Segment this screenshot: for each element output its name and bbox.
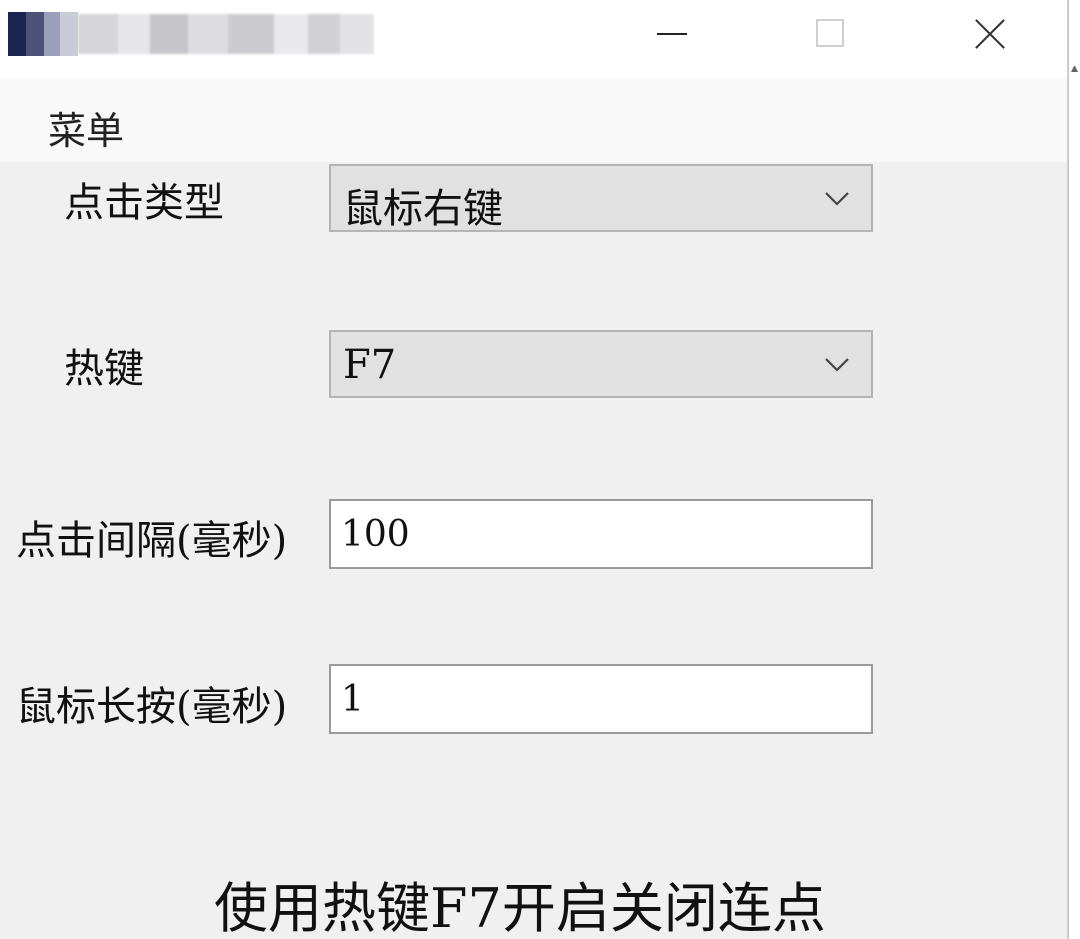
click-type-value: 鼠标右键 — [343, 186, 503, 232]
mouse-hold-input[interactable] — [329, 664, 873, 734]
click-type-label: 点击类型 — [64, 180, 224, 226]
app-icon — [8, 12, 78, 56]
title-bar — [0, 0, 1067, 78]
minimize-button[interactable] — [632, 0, 712, 70]
menu-bar: 菜单 — [0, 78, 1067, 162]
status-text: 使用热键F7开启关闭连点 — [214, 877, 826, 939]
minimize-icon — [657, 33, 687, 35]
chevron-down-icon — [825, 192, 849, 206]
close-button[interactable] — [950, 0, 1030, 70]
hotkey-value: F7 — [343, 342, 397, 388]
click-interval-label: 点击间隔(毫秒) — [16, 518, 288, 564]
background-window-edge — [1068, 0, 1080, 939]
app-window: 菜单 点击类型 鼠标右键 热键 F7 点击间隔(毫秒) 鼠标长按(毫秒) 使用热… — [0, 0, 1068, 939]
close-icon — [974, 18, 1006, 50]
scroll-up-icon — [1071, 60, 1078, 72]
maximize-icon — [816, 19, 844, 47]
maximize-button[interactable] — [790, 0, 870, 70]
menu-item-main[interactable]: 菜单 — [48, 100, 124, 155]
chevron-down-icon — [825, 358, 849, 372]
window-title-blurred — [78, 14, 374, 54]
mouse-hold-label: 鼠标长按(毫秒) — [16, 684, 288, 730]
hotkey-label: 热键 — [64, 346, 144, 392]
click-type-select[interactable]: 鼠标右键 — [329, 164, 873, 232]
hotkey-select[interactable]: F7 — [329, 330, 873, 398]
click-interval-input[interactable] — [329, 499, 873, 569]
